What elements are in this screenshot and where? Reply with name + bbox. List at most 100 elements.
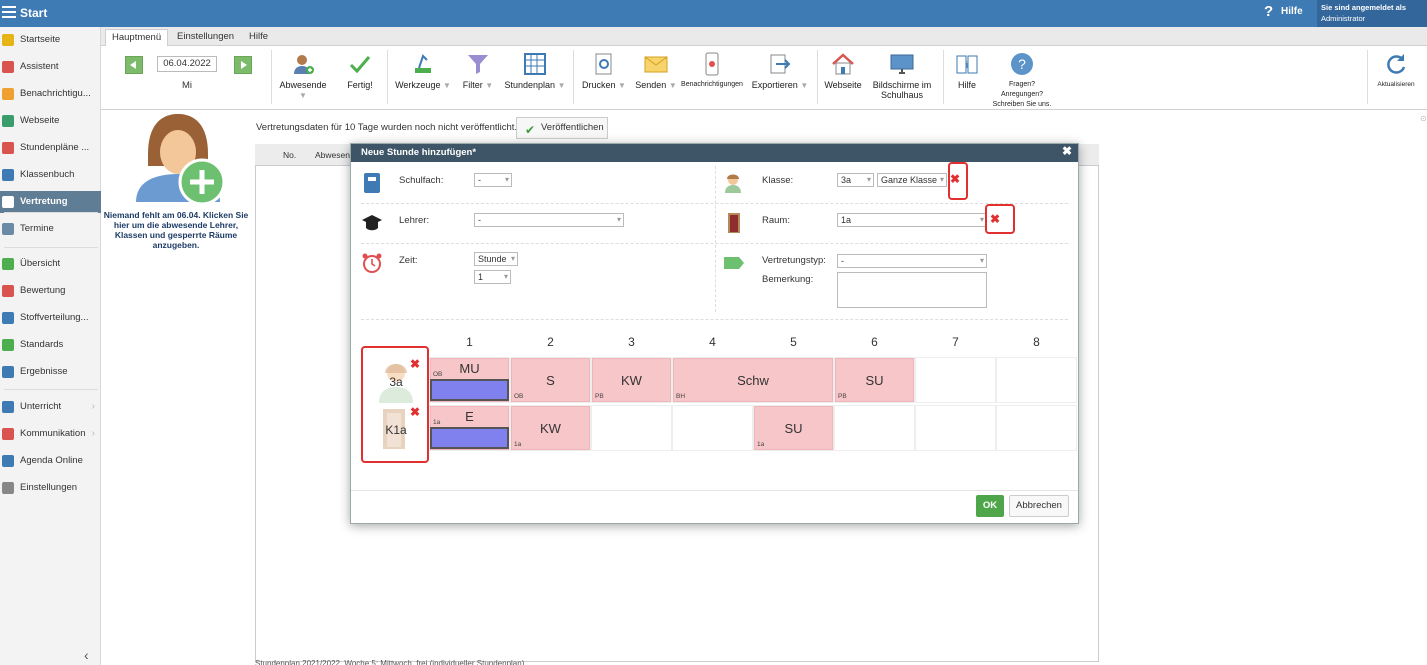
- vertretungstyp-select[interactable]: -: [837, 254, 987, 268]
- star-icon: [2, 34, 14, 46]
- timetable-cell[interactable]: [996, 405, 1077, 451]
- benachrichtigungen-button[interactable]: Benachrichtigungen: [679, 46, 745, 106]
- timetable-cell[interactable]: [915, 405, 996, 451]
- envelope-icon: [2, 88, 14, 100]
- lesson-subject: SU: [784, 421, 803, 436]
- sidebar-item-label: Ergebnisse: [20, 366, 68, 377]
- login-info[interactable]: Sie sind angemeldet als Administrator: [1317, 0, 1427, 27]
- svg-text:?: ?: [1018, 56, 1026, 72]
- sidebar-item-termine[interactable]: Termine: [0, 218, 101, 240]
- feedback-button[interactable]: ? Fragen? Anregungen? Schreiben Sie uns.: [991, 46, 1053, 108]
- ok-button[interactable]: OK: [976, 495, 1004, 517]
- menu-icon[interactable]: [2, 6, 16, 20]
- sidebar-item-unterricht[interactable]: Unterricht ›: [0, 396, 101, 418]
- collapse-sidebar-icon[interactable]: ‹: [84, 647, 89, 663]
- wand-icon: [2, 61, 14, 73]
- sidebar-item-label: Unterricht: [20, 401, 62, 412]
- shield-icon: [2, 339, 14, 351]
- period-header: 5: [790, 335, 797, 349]
- gear-icon: [2, 482, 14, 494]
- column-abwesend[interactable]: Abwesen: [315, 150, 350, 160]
- tab-hilfe[interactable]: Hilfe: [243, 29, 274, 46]
- highlight-box: [361, 346, 429, 463]
- filter-button[interactable]: Filter ▼: [459, 46, 497, 106]
- aktualisieren-button[interactable]: Aktualisieren: [1369, 46, 1423, 106]
- lesson-tag: OB: [433, 371, 443, 378]
- bemerkung-textarea[interactable]: [837, 272, 987, 308]
- werkzeuge-button[interactable]: Werkzeuge ▼: [391, 46, 455, 106]
- lesson-block[interactable]: SU PB: [835, 358, 914, 402]
- klasse-select[interactable]: 3a: [837, 173, 874, 187]
- lesson-block[interactable]: SU 1a: [754, 406, 833, 450]
- column-no[interactable]: No.: [283, 150, 296, 160]
- tab-einstellungen[interactable]: Einstellungen: [171, 29, 240, 46]
- lesson-block[interactable]: S OB: [511, 358, 590, 402]
- sidebar-item-klassenbuch[interactable]: Klassenbuch: [0, 164, 101, 186]
- senden-button[interactable]: Senden ▼: [631, 46, 681, 106]
- login-label: Sie sind angemeldet als: [1321, 3, 1407, 12]
- webseite-button[interactable]: Webseite: [821, 46, 865, 106]
- absent-message[interactable]: Niemand fehlt am 06.04. Klicken Sie hier…: [101, 210, 251, 250]
- chat-icon: [2, 428, 14, 440]
- abwesende-button[interactable]: Abwesende ▼: [275, 46, 331, 106]
- lesson-tag: PB: [595, 393, 604, 400]
- klasse-scope-select[interactable]: Ganze Klasse: [877, 173, 947, 187]
- sidebar-item-webseite[interactable]: Webseite: [0, 110, 101, 132]
- hilfe-button[interactable]: i Hilfe: [947, 46, 987, 106]
- raum-select[interactable]: 1a: [837, 213, 987, 227]
- sidebar-item-kommunikation[interactable]: Kommunikation ›: [0, 423, 101, 445]
- zeit-unit-select[interactable]: Stunde: [474, 252, 518, 266]
- sidebar-item-vertretung[interactable]: Vertretung: [0, 191, 101, 213]
- add-absence-avatar-icon[interactable]: [130, 112, 226, 207]
- lesson-block[interactable]: KW PB: [592, 358, 671, 402]
- close-icon[interactable]: ✖: [1062, 144, 1072, 158]
- sidebar-item-übersicht[interactable]: Übersicht: [0, 253, 101, 275]
- timetable-cell[interactable]: [672, 405, 753, 451]
- help-link[interactable]: Hilfe: [1281, 6, 1303, 17]
- lesson-block[interactable]: Schw BH: [673, 358, 833, 402]
- drucken-button[interactable]: Drucken ▼: [577, 46, 631, 106]
- date-field[interactable]: 06.04.2022: [157, 56, 217, 72]
- sidebar-item-einstellungen[interactable]: Einstellungen: [0, 477, 101, 499]
- sidebar-item-benachrichtigu[interactable]: Benachrichtigu...: [0, 83, 101, 105]
- exportieren-button[interactable]: Exportieren ▼: [747, 46, 813, 106]
- cancel-button[interactable]: Abbrechen: [1009, 495, 1069, 517]
- raum-label: Raum:: [762, 215, 790, 226]
- absent-panel[interactable]: Niemand fehlt am 06.04. Klicken Sie hier…: [101, 110, 251, 310]
- schulfach-select[interactable]: -: [474, 173, 512, 187]
- new-lesson-slot[interactable]: [430, 379, 509, 401]
- lesson-subject: Schw: [737, 373, 769, 388]
- sidebar-item-stoffverteilung[interactable]: Stoffverteilung...: [0, 307, 101, 329]
- new-lesson-slot[interactable]: [430, 427, 509, 449]
- sidebar-item-label: Webseite: [20, 115, 60, 126]
- period-header: 2: [547, 335, 554, 349]
- sidebar-divider: [4, 389, 98, 390]
- sidebar-item-startseite[interactable]: Startseite: [0, 29, 101, 51]
- lehrer-select[interactable]: -: [474, 213, 624, 227]
- next-day-button[interactable]: [234, 56, 252, 74]
- sidebar-item-stundenpläne[interactable]: Stundenpläne ...: [0, 137, 101, 159]
- sidebar-item-standards[interactable]: Standards: [0, 334, 101, 356]
- zeit-period-select[interactable]: 1: [474, 270, 511, 284]
- previous-day-button[interactable]: [125, 56, 143, 74]
- publish-button[interactable]: ✔ Veröffentlichen: [516, 117, 608, 139]
- sidebar-item-bewertung[interactable]: Bewertung: [0, 280, 101, 302]
- timetable-cell[interactable]: [834, 405, 915, 451]
- timetable-cell[interactable]: [591, 405, 672, 451]
- classroom-icon: [2, 401, 14, 413]
- sidebar-item-label: Kommunikation: [20, 428, 86, 439]
- help-icon[interactable]: ?: [1264, 3, 1273, 20]
- lesson-block[interactable]: KW 1a: [511, 406, 590, 450]
- timetable-cell[interactable]: [996, 357, 1077, 403]
- lesson-subject: S: [546, 373, 555, 388]
- sidebar-item-assistent[interactable]: Assistent: [0, 56, 101, 78]
- tab-hauptmenu[interactable]: Hauptmenü: [105, 29, 169, 46]
- bildschirme-button[interactable]: Bildschirme im Schulhaus: [867, 46, 937, 106]
- person-icon: [2, 196, 14, 208]
- sidebar-item-agenda-online[interactable]: Agenda Online: [0, 450, 101, 472]
- timetable-cell[interactable]: [915, 357, 996, 403]
- sidebar-item-ergebnisse[interactable]: Ergebnisse: [0, 361, 101, 383]
- fertig-button[interactable]: Fertig!: [339, 46, 381, 106]
- settings-dot[interactable]: ⊙: [1420, 114, 1427, 123]
- stundenplan-button[interactable]: Stundenplan ▼: [501, 46, 569, 106]
